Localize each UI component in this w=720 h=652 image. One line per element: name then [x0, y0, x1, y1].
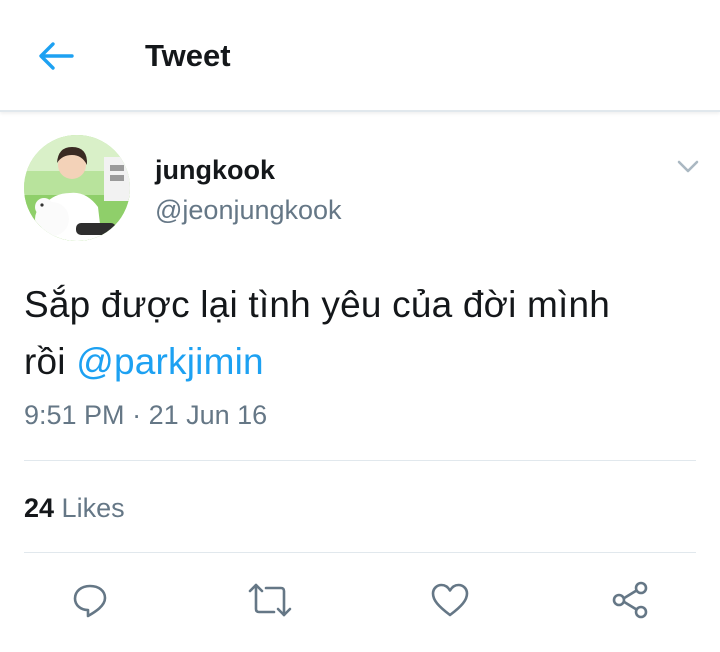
like-button[interactable] [428, 578, 472, 622]
tweet-menu-button[interactable] [674, 152, 702, 180]
top-app-bar: Tweet [0, 0, 720, 112]
avatar-image [24, 135, 130, 241]
likes-number: 24 [24, 493, 55, 523]
retweet-icon [248, 583, 292, 617]
meta-separator: · [124, 400, 149, 430]
tweet-text-line2: rồi [24, 341, 77, 382]
avatar[interactable] [24, 135, 130, 241]
author-handle[interactable]: @jeonjungkook [155, 194, 342, 226]
mention-link[interactable]: @parkjimin [76, 341, 264, 382]
reply-icon [73, 584, 107, 618]
back-button[interactable] [34, 36, 78, 76]
divider [24, 552, 696, 553]
arrow-left-icon [39, 42, 74, 70]
reply-button[interactable] [68, 578, 112, 622]
page-title: Tweet [145, 38, 231, 73]
tweet-timestamp: 9:51 PM · 21 Jun 16 [24, 397, 267, 433]
share-button[interactable] [608, 578, 652, 622]
likes-count[interactable]: 24 Likes [24, 490, 125, 526]
tweet-date: 21 Jun 16 [148, 400, 268, 430]
tweet-text: Sắp được lại tình yêu của đời mình rồi @… [24, 276, 708, 390]
retweet-button[interactable] [248, 578, 292, 622]
heart-icon [431, 583, 469, 617]
tweet-text-line1: Sắp được lại tình yêu của đời mình [24, 284, 611, 325]
divider [24, 460, 696, 461]
share-icon [612, 581, 648, 619]
author-name[interactable]: jungkook [155, 154, 275, 186]
tweet-time: 9:51 PM [24, 400, 125, 430]
chevron-down-icon [677, 160, 699, 173]
likes-label: Likes [54, 493, 125, 523]
